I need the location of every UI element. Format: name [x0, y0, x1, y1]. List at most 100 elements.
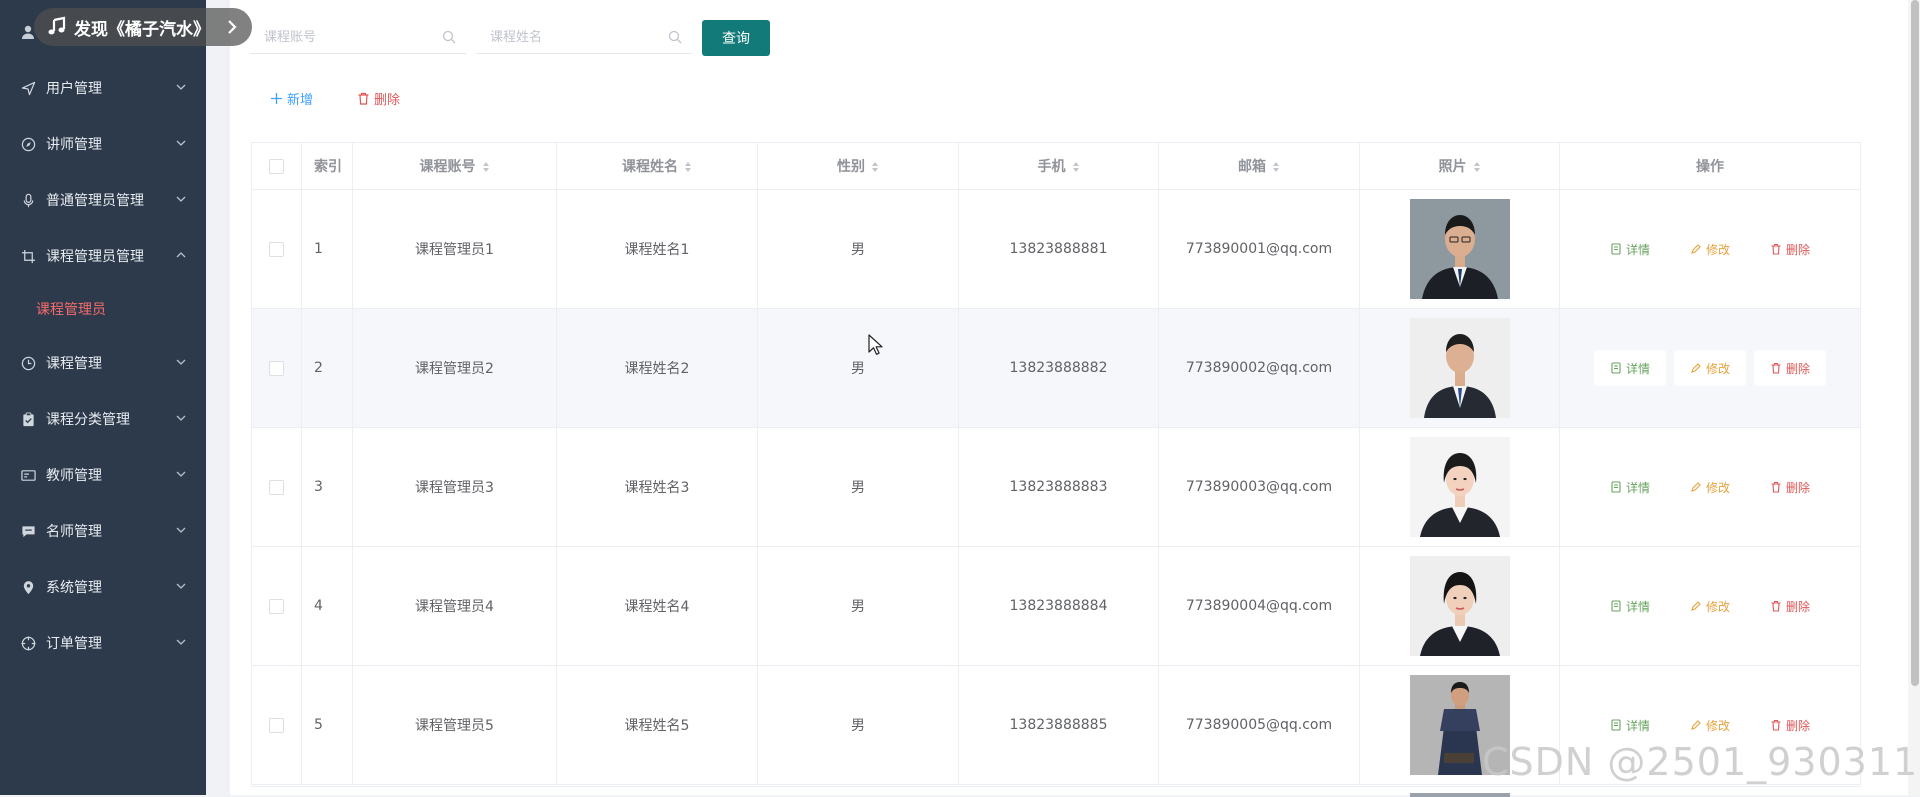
edit-button[interactable]: 修改	[1674, 588, 1746, 624]
delete-button[interactable]: 删除	[1754, 707, 1826, 743]
add-button-label: 新增	[287, 92, 314, 108]
sort-icon[interactable]	[1272, 160, 1280, 174]
delete-button[interactable]: 删除	[1754, 588, 1826, 624]
header-phone-label: 手机	[1037, 159, 1066, 175]
cell-account: 课程管理员2	[352, 308, 557, 428]
music-notification[interactable]: 发现《橘子汽水》	[34, 8, 252, 46]
edit-icon	[1691, 244, 1701, 254]
sidebar-item-label: 订单管理	[46, 636, 102, 652]
cell-phone: 13823888881	[958, 189, 1159, 309]
cell-phone: 13823888884	[958, 546, 1159, 666]
detail-button[interactable]: 详情	[1594, 231, 1666, 267]
chevron-right-icon	[228, 20, 237, 34]
row-checkbox[interactable]	[269, 598, 284, 614]
sidebar-item-lecturer-management[interactable]: 讲师管理	[0, 116, 206, 172]
sidebar-item-course-category-management[interactable]: 课程分类管理	[0, 391, 206, 447]
avatar[interactable]	[1409, 318, 1510, 418]
sort-icon[interactable]	[482, 160, 490, 174]
document-icon	[1611, 481, 1621, 493]
select-all-checkbox[interactable]	[269, 158, 284, 174]
header-gender-label: 性别	[837, 159, 865, 175]
sort-icon[interactable]	[684, 160, 692, 174]
detail-button[interactable]: 详情	[1594, 707, 1666, 743]
course-account-input[interactable]	[250, 20, 446, 54]
select-all-header[interactable]	[251, 142, 302, 190]
sidebar-item-user-management[interactable]: 用户管理	[0, 60, 206, 116]
header-gender[interactable]: 性别	[757, 142, 959, 190]
document-icon	[1611, 600, 1621, 612]
header-phone[interactable]: 手机	[958, 142, 1159, 190]
row-checkbox[interactable]	[269, 717, 284, 733]
sidebar-item-label: 课程分类管理	[46, 412, 130, 428]
header-email[interactable]: 邮箱	[1158, 142, 1360, 190]
chevron-down-icon	[176, 140, 186, 146]
row-checkbox[interactable]	[269, 479, 284, 495]
edit-label: 修改	[1705, 480, 1730, 495]
delete-button[interactable]: 删除	[1754, 231, 1826, 267]
header-account[interactable]: 课程账号	[352, 142, 557, 190]
sort-icon[interactable]	[871, 160, 879, 174]
cell-phone: 13823888885	[958, 665, 1159, 785]
document-icon	[1611, 362, 1621, 374]
sort-icon[interactable]	[1473, 160, 1481, 174]
cell-actions: 详情 修改 删除	[1559, 546, 1861, 666]
sidebar-item-course-admin-management[interactable]: 课程管理员管理	[0, 228, 206, 284]
sidebar: 用户管理 讲师管理 普通管理员管理 课程管理员管理 课程管理员 课程管理 课程分…	[0, 0, 206, 795]
detail-button[interactable]: 详情	[1594, 588, 1666, 624]
header-name[interactable]: 课程姓名	[556, 142, 758, 190]
target-icon	[20, 635, 36, 651]
row-select[interactable]	[251, 189, 302, 309]
sidebar-item-system-management[interactable]: 系统管理	[0, 559, 206, 615]
chevron-down-icon	[176, 471, 186, 477]
row-select[interactable]	[251, 546, 302, 666]
sidebar-item-label: 讲师管理	[46, 137, 102, 153]
chat-icon	[20, 523, 36, 539]
delete-label: 删除	[1785, 242, 1810, 257]
delete-button[interactable]: 删除	[1754, 350, 1826, 386]
sidebar-item-order-management[interactable]: 订单管理	[0, 615, 206, 671]
row-select[interactable]	[251, 665, 302, 785]
query-button[interactable]: 查询	[702, 20, 770, 56]
row-select[interactable]	[251, 427, 302, 547]
edit-button[interactable]: 修改	[1674, 469, 1746, 505]
edit-button[interactable]: 修改	[1674, 707, 1746, 743]
cell-index: 4	[301, 546, 353, 666]
sidebar-item-label: 课程管理员管理	[46, 249, 144, 265]
edit-button[interactable]: 修改	[1674, 231, 1746, 267]
sidebar-item-course-management[interactable]: 课程管理	[0, 335, 206, 391]
edit-button[interactable]: 修改	[1674, 350, 1746, 386]
table-row: 2 课程管理员2 课程姓名2 男 13823888882 773890002@q…	[251, 308, 1861, 428]
sidebar-item-label: 名师管理	[46, 524, 102, 540]
edit-icon	[1691, 482, 1701, 492]
sort-icon[interactable]	[1072, 160, 1080, 174]
batch-delete-button[interactable]: 删除	[357, 88, 400, 108]
add-button[interactable]: 新增	[270, 88, 313, 108]
document-icon	[1611, 719, 1621, 731]
course-name-input[interactable]	[476, 20, 672, 54]
scrollbar-thumb[interactable]	[1911, 0, 1919, 686]
chevron-down-icon	[176, 196, 186, 202]
sidebar-item-teacher-management[interactable]: 教师管理	[0, 447, 206, 503]
delete-button[interactable]: 删除	[1754, 469, 1826, 505]
detail-button[interactable]: 详情	[1594, 350, 1666, 386]
cell-index: 5	[301, 665, 353, 785]
chevron-up-icon	[176, 252, 186, 258]
cell-actions: 详情 修改 删除	[1559, 427, 1861, 547]
avatar-partial	[1410, 793, 1510, 797]
sidebar-item-famous-teacher-management[interactable]: 名师管理	[0, 503, 206, 559]
header-photo[interactable]: 照片	[1359, 142, 1560, 190]
row-checkbox[interactable]	[269, 360, 284, 376]
row-select[interactable]	[251, 308, 302, 428]
detail-button[interactable]: 详情	[1594, 469, 1666, 505]
cell-name: 课程姓名2	[556, 308, 758, 428]
avatar[interactable]	[1409, 199, 1510, 299]
row-checkbox[interactable]	[269, 241, 284, 257]
cell-phone: 13823888882	[958, 308, 1159, 428]
sidebar-item-admin-management[interactable]: 普通管理员管理	[0, 172, 206, 228]
chevron-down-icon	[176, 359, 186, 365]
avatar[interactable]	[1409, 556, 1510, 656]
send-icon	[20, 80, 36, 96]
avatar[interactable]	[1409, 437, 1510, 537]
table-row: 4 课程管理员4 课程姓名4 男 13823888884 773890004@q…	[251, 546, 1861, 666]
sidebar-subitem-course-admin[interactable]: 课程管理员	[0, 284, 206, 334]
